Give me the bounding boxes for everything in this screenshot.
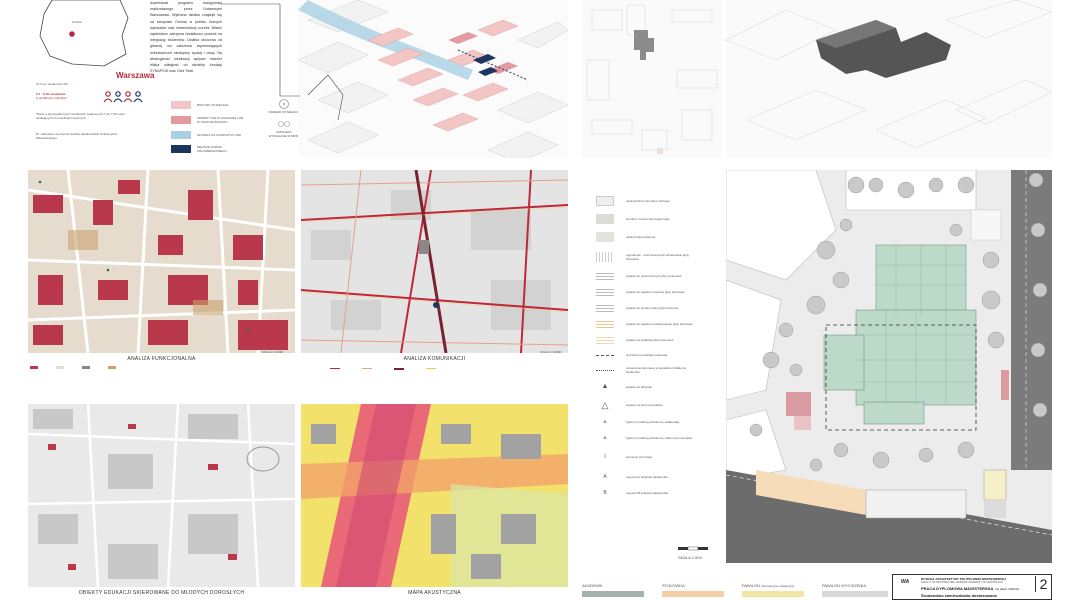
leader-line [220,3,300,97]
map-caption-acoustic: MAPA AKUSTYCZNA [408,590,461,596]
parking-entry-icon: ▲ [602,435,608,441]
faculty-logo: WA [901,579,910,585]
legend-swatch [171,116,191,124]
axonometric-view [298,0,568,158]
stat-line-1: 1k.3 tys. studentów UW [36,82,68,86]
segment-b-icon: B [603,490,607,496]
legend-swatch [394,368,404,370]
map-acoustic [301,404,568,587]
map-legend-functional [30,366,295,380]
info-element-icon: i [604,454,606,460]
legend-swatch [171,131,191,139]
site-plan [726,170,1052,563]
legend-swatch [596,304,614,312]
legend-trees: DRZEWA ISTNIEJĄCE SZPALERY WYMAGANE W MP… [268,98,300,138]
legend-item: GŁÓWNA OŚ KOMPOZYCYJNA [171,128,245,142]
alley-icon [278,121,290,127]
legend-swatch [30,366,38,369]
legend-swatch [596,252,614,262]
sheet-number: 2 [1035,576,1051,592]
legend-swatch [596,288,614,296]
legend-swatch [426,368,436,369]
legend-swatch [171,101,191,109]
bottom-tabs: AKADEMIK STOŁÓWKA PAWILON informacyjno-e… [582,584,888,600]
context-axonometry [726,0,1052,158]
map-legend-communication [330,366,560,380]
map-scale-communication: SKALA 1:10000 [540,350,562,354]
map-district-label: Ochota [72,20,82,24]
site-legend: nawierzchnia mineralno-żwirowa chodnik z… [596,192,716,500]
footnote-2: Dr. odkrywka na przeciwi studiów akademi… [36,132,118,140]
site-scale: SKALA 1:500 [678,555,702,560]
legend-swatch [330,368,340,369]
entrance-complex-icon: △ [601,400,609,410]
legend-swatch [596,354,614,356]
map-communication [301,170,568,353]
legend-swatch [596,369,614,371]
students-icon [103,91,143,103]
legend-swatch [596,196,614,206]
intro-text: dopełnianie programu dostępności realizo… [150,1,222,74]
map-scale-functional: SKALA 1:10000 [262,350,284,354]
legend-item: BUDYNKI ISTNIEJĄCE [171,98,245,112]
legend-swatch [171,145,191,153]
title-block: WA WYDZIAŁ ARCHITEKTURY POLITECHNIKI WAR… [892,574,1052,600]
context-plan [582,0,722,158]
legend-swatch [596,232,614,242]
legend-swatch [596,336,614,344]
faculty-name-en: FACULTY OF ARCHITECTURE, WARSAW UNIVERSI… [921,581,1004,584]
subject-title: Środowisko zamieszkania dostosowane [921,593,998,598]
map-caption-functional: ANALIZA FUNKCJONALNA [127,356,196,362]
map-functional [28,170,295,353]
legend-swatch [82,366,90,369]
map-caption-education: OBIEKTY EDUKACJI SKIEROWANE DO MŁODYCH D… [78,590,245,596]
tab-pawilon: PAWILON informacyjno-edukacyjny [742,584,804,597]
legend-swatch [596,272,614,280]
segment-a-icon: A [603,474,607,480]
legend-item: MIEJSCE FORUM KRAJOBRAZOWEGO [171,142,245,156]
footnote-1: *Dane o demograficznych studentach spadn… [36,112,125,120]
site-legend-list: nawierzchnia mineralno-żwirowa chodnik z… [596,192,716,500]
entrance-building-icon: ▲ [601,383,609,390]
legend-swatch [596,214,614,224]
legend-swatch [362,368,372,369]
map-caption-communication: ANALIZA KOMUNIKACJI [403,356,466,362]
poland-map [39,0,129,67]
scale-bar [678,546,708,551]
legend-swatch [108,366,116,369]
map-education [28,404,295,587]
tab-stolowka: STOŁÓWKA [662,584,724,597]
stat-line-3: w spółdzielni członków* [36,96,68,100]
legend-swatch [56,366,64,369]
tab-pawilon-wyciszenia: PAWILON WYCISZENIA [822,584,888,597]
tab-akademik: AKADEMIK [582,584,644,597]
legend: BUDYNKI ISTNIEJĄCE INWESTYCJE PLANOWANE … [171,98,245,156]
legend-item: INWESTYCJE PLANOWANE LUB W TRAKCIE BUDOW… [171,112,245,128]
parking-entry-icon: ▲ [602,419,608,425]
academic-year: rok akad. 2023/24 [995,587,1020,591]
city-label: Warszawa [116,71,155,80]
legend-swatch [596,320,614,328]
work-title: PRACA DYPLOMOWA MAGISTERSKA [921,586,994,591]
